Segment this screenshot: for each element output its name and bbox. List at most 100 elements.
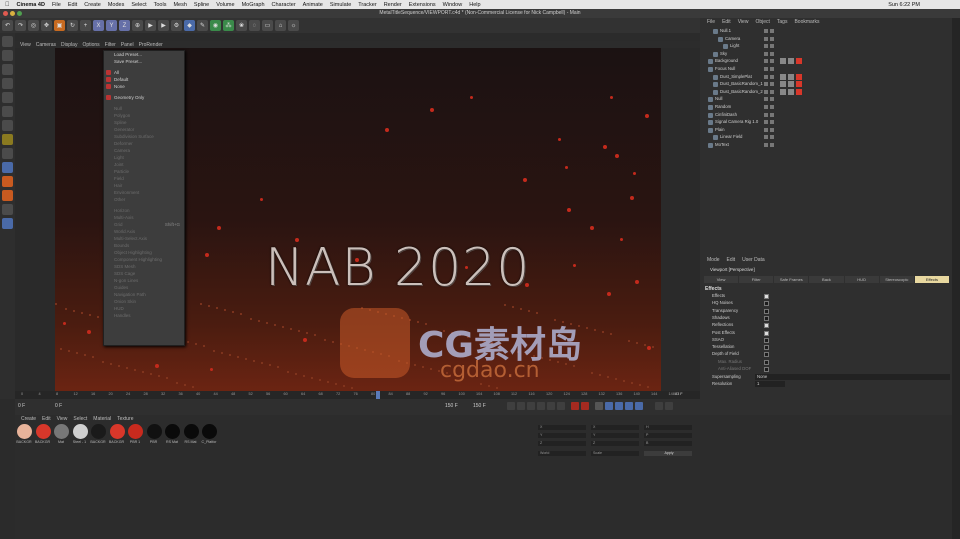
mac-menu-help[interactable]: Help: [469, 2, 480, 8]
material-menu-select[interactable]: Select: [73, 416, 87, 422]
visibility-dot[interactable]: [764, 143, 768, 147]
render-dot[interactable]: [770, 89, 774, 94]
viewport-menu-display[interactable]: Display: [61, 42, 77, 48]
plugin-brush-icon[interactable]: [2, 204, 13, 215]
resolution-field[interactable]: 1: [755, 381, 785, 387]
rotate-icon[interactable]: ↻: [67, 20, 78, 31]
effect-checkbox[interactable]: [764, 330, 769, 336]
material-menu-view[interactable]: View: [57, 416, 68, 422]
material-swatch[interactable]: [17, 424, 32, 439]
object-row[interactable]: Background: [700, 58, 952, 66]
coord-y-pos[interactable]: Y: [538, 433, 586, 438]
app-menu[interactable]: Cinema 4D: [17, 2, 45, 8]
coord-z-rot[interactable]: B: [644, 441, 692, 446]
mac-menu-file[interactable]: File: [52, 2, 61, 8]
mac-menu-simulate[interactable]: Simulate: [330, 2, 351, 8]
mac-menu-spline[interactable]: Spline: [194, 2, 209, 8]
coord-x-rot[interactable]: H: [644, 425, 692, 430]
effect-checkbox[interactable]: [764, 352, 769, 358]
visibility-dot[interactable]: [764, 82, 768, 87]
axis-mode-icon[interactable]: [2, 120, 13, 131]
mac-menu-animate[interactable]: Animate: [303, 2, 323, 8]
viewport-menu-prorender[interactable]: ProRender: [139, 42, 163, 48]
mac-menu-volume[interactable]: Volume: [216, 2, 234, 8]
material-swatch[interactable]: [128, 424, 143, 439]
subdivision-icon[interactable]: ◉: [210, 20, 221, 31]
tag-icon[interactable]: [796, 88, 802, 95]
timeline-ruler[interactable]: 0 4 8 12 16 20 24 28 32 36 40 44 48 52 56 60 64 68 72 76 80 8…: [15, 391, 700, 399]
y-axis-icon[interactable]: Y: [106, 20, 117, 31]
effect-checkbox[interactable]: [764, 294, 769, 299]
filter-menu-item[interactable]: Load Preset...: [104, 51, 184, 58]
render-dot[interactable]: [770, 74, 774, 79]
pen-icon[interactable]: ✎: [197, 20, 208, 31]
make-editable-icon[interactable]: [2, 36, 13, 47]
visibility-dot[interactable]: [764, 120, 768, 125]
light-icon[interactable]: ☼: [288, 20, 299, 31]
z-axis-icon[interactable]: Z: [119, 20, 130, 31]
filter-menu-item[interactable]: Geometry Only: [104, 94, 184, 101]
floor-icon[interactable]: ▭: [262, 20, 273, 31]
minimize-button[interactable]: [10, 11, 15, 16]
apple-icon[interactable]: : [5, 2, 10, 8]
goto-start-icon[interactable]: [507, 402, 515, 410]
supersampling-select[interactable]: None: [755, 374, 950, 380]
object-row[interactable]: Null.1: [700, 28, 952, 36]
render-dot[interactable]: [770, 112, 774, 117]
effect-checkbox[interactable]: [764, 359, 769, 365]
cube-icon[interactable]: ◆: [184, 20, 195, 31]
render-dot[interactable]: [770, 59, 774, 64]
tag-icon[interactable]: [796, 81, 802, 88]
visibility-dot[interactable]: [764, 127, 768, 132]
timeline-icon[interactable]: [655, 402, 663, 410]
viewport-menu-options[interactable]: Options: [82, 42, 99, 48]
field-icon[interactable]: ◌: [249, 20, 260, 31]
am-menu-user-data[interactable]: User Data: [742, 257, 765, 263]
camera-icon[interactable]: ⌂: [275, 20, 286, 31]
coord-y-rot[interactable]: P: [644, 433, 692, 438]
tag-icon[interactable]: [796, 73, 802, 80]
points-mode-icon[interactable]: [2, 78, 13, 89]
visibility-dot[interactable]: [764, 74, 768, 79]
effect-checkbox[interactable]: [764, 367, 769, 372]
object-row[interactable]: Random: [700, 104, 952, 112]
play-icon[interactable]: [537, 402, 545, 410]
workplane-icon[interactable]: [2, 148, 13, 159]
mac-menu-edit[interactable]: Edit: [68, 2, 77, 8]
tab-hud[interactable]: HUD: [844, 276, 879, 283]
tab-safe-frames[interactable]: Safe Frames: [774, 276, 809, 283]
render-dot[interactable]: [770, 120, 774, 125]
mac-menu-render[interactable]: Render: [384, 2, 402, 8]
plugin-s2-icon[interactable]: [2, 190, 13, 201]
object-row[interactable]: Plain: [700, 127, 952, 135]
object-row[interactable]: Dust_BasicRandom_1: [700, 81, 952, 89]
texture-mode-icon[interactable]: [2, 64, 13, 75]
om-menu-view[interactable]: View: [738, 19, 749, 25]
visibility-dot[interactable]: [764, 67, 768, 71]
filter-menu-item[interactable]: Save Preset...: [104, 58, 184, 65]
tag-icon[interactable]: [780, 81, 786, 88]
filter-menu-item[interactable]: None: [104, 83, 184, 90]
mac-menu-tools[interactable]: Tools: [154, 2, 167, 8]
mac-menu-character[interactable]: Character: [272, 2, 296, 8]
coord-x-pos[interactable]: X: [538, 425, 586, 430]
visibility-dot[interactable]: [764, 59, 768, 64]
tab-effects[interactable]: Effects: [914, 276, 949, 283]
filter-menu-item[interactable]: Default: [104, 76, 184, 83]
material-swatch[interactable]: [146, 424, 162, 439]
polygons-mode-icon[interactable]: [2, 106, 13, 117]
zoom-button[interactable]: [17, 11, 22, 16]
material-menu-edit[interactable]: Edit: [42, 416, 51, 422]
coord-x-size[interactable]: X: [591, 425, 639, 430]
object-row[interactable]: Linear Field: [700, 134, 952, 142]
om-menu-tags[interactable]: Tags: [777, 19, 788, 25]
render-picture-viewer-icon[interactable]: ▶: [158, 20, 169, 31]
coordinate-system-icon[interactable]: ⊕: [132, 20, 143, 31]
tab-back[interactable]: Back: [809, 276, 844, 283]
visibility-dot[interactable]: [764, 135, 768, 140]
material-swatch[interactable]: [35, 424, 51, 439]
mac-menu-modes[interactable]: Modes: [108, 2, 125, 8]
record-icon[interactable]: [571, 402, 579, 410]
coord-z-pos[interactable]: Z: [538, 441, 586, 446]
effect-checkbox[interactable]: [764, 323, 769, 329]
